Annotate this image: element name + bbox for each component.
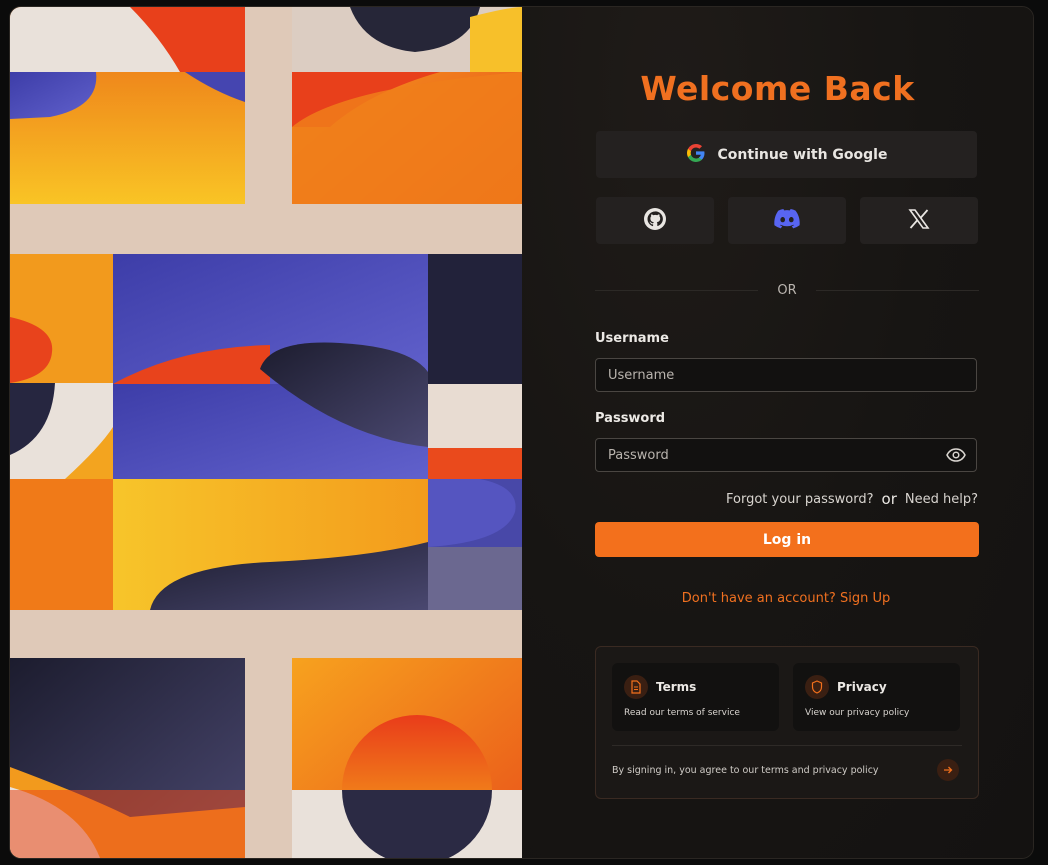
password-label: Password <box>595 411 666 426</box>
x-icon <box>908 208 930 234</box>
terms-title: Terms <box>656 680 697 694</box>
x-signin-button[interactable] <box>860 197 978 244</box>
login-window: Welcome Back Continue with Google OR Use… <box>9 6 1034 859</box>
policy-divider <box>612 745 962 746</box>
forgot-password-link[interactable]: Forgot your password? <box>726 492 874 507</box>
username-label: Username <box>595 331 669 346</box>
or-text: or <box>881 490 897 508</box>
terms-card[interactable]: Terms Read our terms of service <box>612 663 779 731</box>
privacy-card[interactable]: Privacy View our privacy policy <box>793 663 960 731</box>
google-icon <box>686 143 706 167</box>
policy-box: Terms Read our terms of service Privacy … <box>595 646 979 799</box>
login-button[interactable]: Log in <box>595 522 979 557</box>
or-divider: OR <box>595 281 979 301</box>
terms-subtitle: Read our terms of service <box>624 708 740 718</box>
decorative-artwork <box>10 7 522 858</box>
discord-signin-button[interactable] <box>728 197 846 244</box>
login-panel: Welcome Back Continue with Google OR Use… <box>522 7 1033 858</box>
discord-icon <box>774 208 800 233</box>
show-password-icon[interactable] <box>946 447 966 462</box>
privacy-subtitle: View our privacy policy <box>805 708 910 718</box>
github-signin-button[interactable] <box>596 197 714 244</box>
google-signin-button[interactable]: Continue with Google <box>596 131 977 178</box>
username-input[interactable] <box>595 358 977 392</box>
google-signin-label: Continue with Google <box>717 146 888 163</box>
page-title: Welcome Back <box>640 69 915 108</box>
policy-agreement-text: By signing in, you agree to our terms an… <box>612 765 879 776</box>
document-icon <box>624 675 648 699</box>
account-help-row: Forgot your password? or Need help? <box>726 490 978 508</box>
arrow-right-icon[interactable] <box>937 759 959 781</box>
signup-link[interactable]: Don't have an account? Sign Up <box>522 591 1033 606</box>
or-label: OR <box>777 283 797 298</box>
need-help-link[interactable]: Need help? <box>905 492 978 507</box>
privacy-title: Privacy <box>837 680 887 694</box>
shield-icon <box>805 675 829 699</box>
social-login-row <box>596 197 979 244</box>
github-icon <box>643 207 667 235</box>
password-input[interactable] <box>595 438 977 472</box>
